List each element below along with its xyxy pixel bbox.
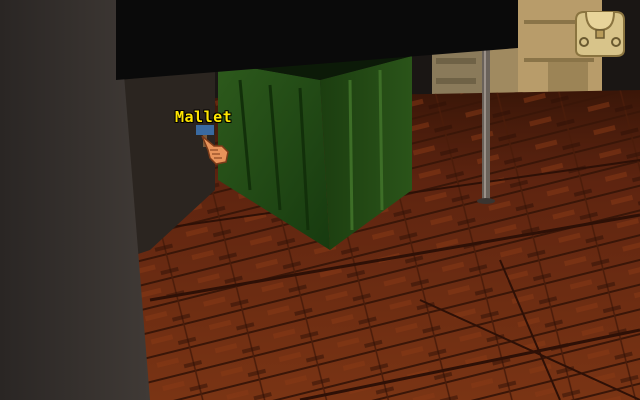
hotspot-label: Mallet <box>175 108 233 126</box>
pointing-hand-icon <box>201 135 229 165</box>
game-scene[interactable] <box>0 0 640 400</box>
satchel-icon[interactable] <box>572 8 628 58</box>
